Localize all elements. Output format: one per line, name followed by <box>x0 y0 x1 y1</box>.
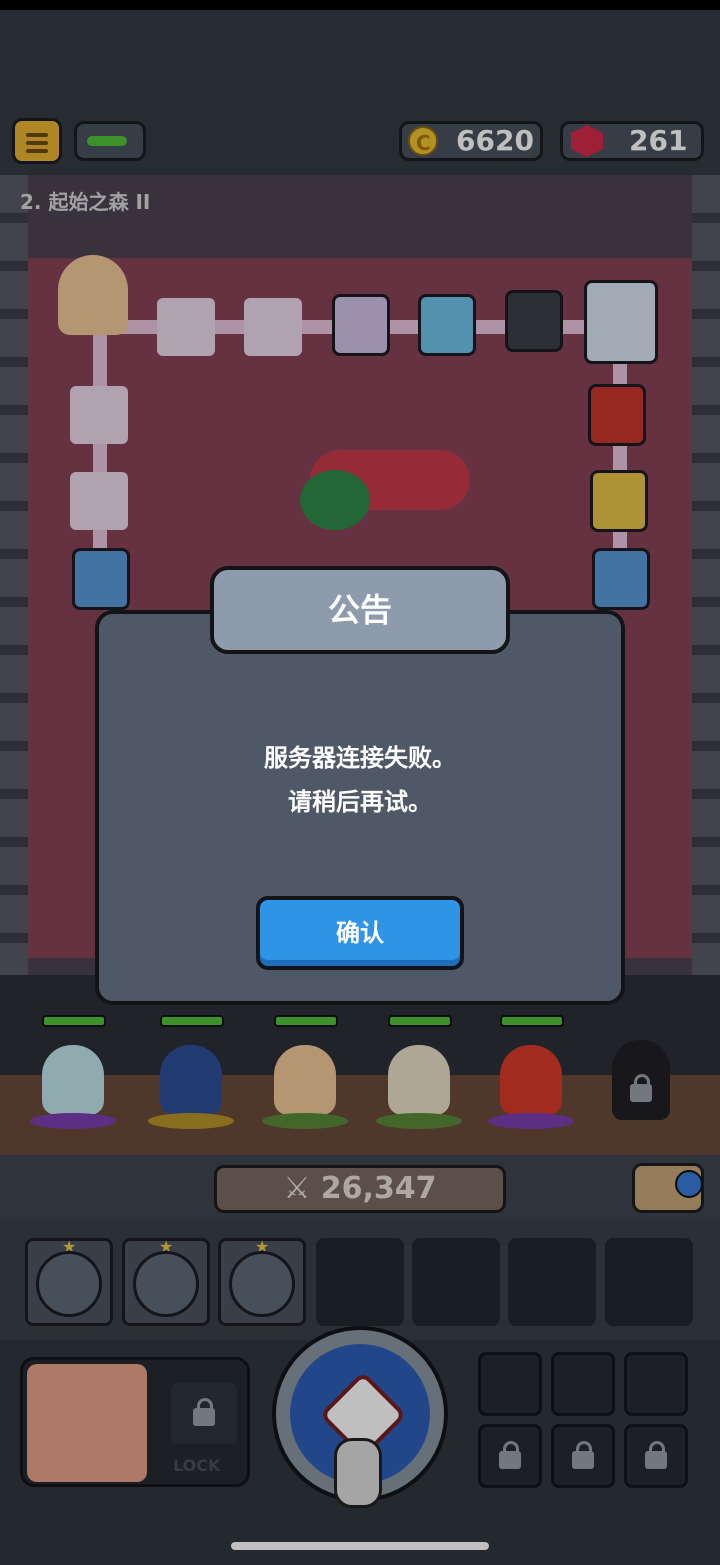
dialog-message-line2: 请稍后再试。 <box>288 788 432 816</box>
confirm-button[interactable]: 确认 <box>256 896 464 970</box>
dialog-message: 服务器连接失败。 请稍后再试。 <box>95 736 625 824</box>
dialog-message-line1: 服务器连接失败。 <box>264 744 456 772</box>
dialog-title: 公告 <box>210 566 510 654</box>
